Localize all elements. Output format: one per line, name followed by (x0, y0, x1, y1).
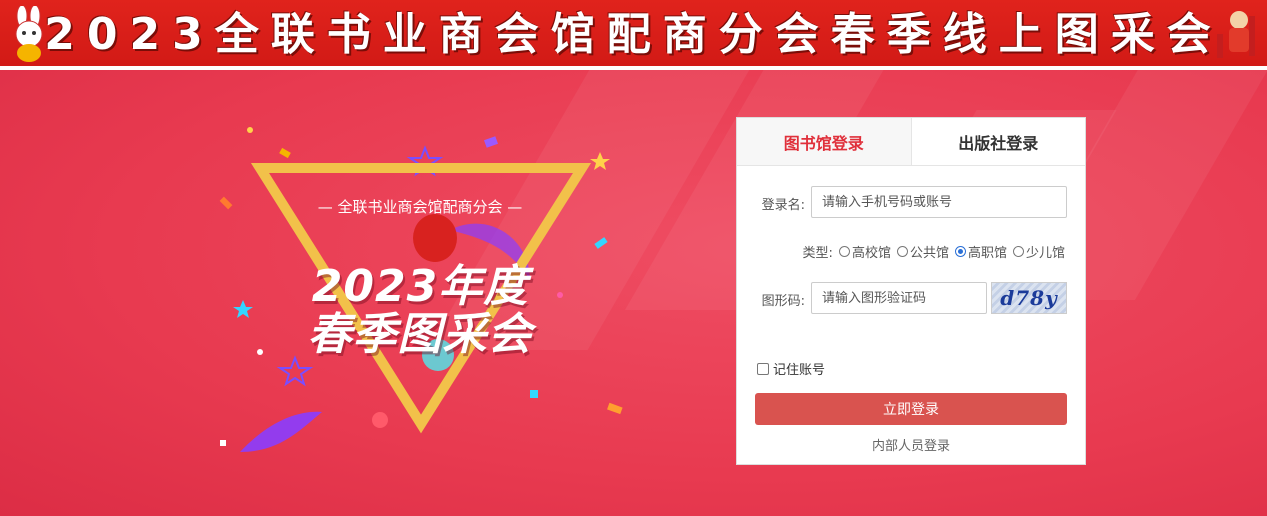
checkbox-box[interactable] (757, 362, 769, 375)
username-row: 登录名: (737, 186, 1085, 218)
radio-button-checked[interactable] (954, 246, 966, 257)
radio-label: 高校馆 (851, 246, 891, 261)
firecracker-decoration-icon (1211, 6, 1265, 62)
captcha-row: 图形码: d78y (737, 282, 1085, 314)
username-label: 登录名: (761, 198, 805, 213)
remember-account-checkbox[interactable]: 记住账号 (757, 359, 825, 378)
type-label: 类型: (802, 246, 833, 261)
staff-login-link[interactable]: 内部人员登录 (737, 435, 1085, 454)
radio-label: 少儿馆 (1025, 246, 1065, 261)
radio-button[interactable] (838, 246, 850, 257)
art-title-line: 春季图采会 (307, 309, 533, 360)
type-radio-group: 类型: 高校馆 公共馆 高职馆 少儿馆 (803, 242, 1065, 261)
radio-button[interactable] (896, 246, 908, 257)
login-panel: 图书馆登录 出版社登录 登录名: 类型: 高校馆 公共馆 高职馆 少儿馆 (736, 117, 1086, 465)
tab-publisher-login[interactable]: 出版社登录 (911, 118, 1085, 165)
remember-account-label: 记住账号 (773, 363, 826, 378)
radio-public-library[interactable]: 公共馆 (896, 242, 949, 261)
captcha-label: 图形码: (761, 294, 805, 309)
username-input[interactable] (811, 186, 1067, 218)
captcha-image[interactable]: d78y (991, 282, 1067, 314)
radio-vocational-library[interactable]: 高职馆 (954, 242, 1007, 261)
login-tabs: 图书馆登录 出版社登录 (737, 118, 1085, 166)
art-subtitle: — 全联书业商会馆配商分会 — (317, 198, 523, 216)
promo-artwork: — 全联书业商会馆配商分会 — 2023年度 春季图采会 (200, 90, 640, 490)
radio-college-library[interactable]: 高校馆 (838, 242, 891, 261)
radio-children-library[interactable]: 少儿馆 (1012, 242, 1065, 261)
banner-title: 2023全联书业商会馆配商分会春季线上图采会 (44, 9, 1223, 60)
login-button[interactable]: 立即登录 (755, 393, 1067, 425)
tab-library-login[interactable]: 图书馆登录 (737, 118, 912, 165)
type-row: 类型: 高校馆 公共馆 高职馆 少儿馆 (737, 242, 1085, 262)
captcha-input[interactable] (811, 282, 987, 314)
top-banner: 2023全联书业商会馆配商分会春季线上图采会 (0, 0, 1267, 70)
radio-label: 公共馆 (909, 246, 949, 261)
radio-button[interactable] (1012, 246, 1024, 257)
radio-label: 高职馆 (967, 246, 1007, 261)
